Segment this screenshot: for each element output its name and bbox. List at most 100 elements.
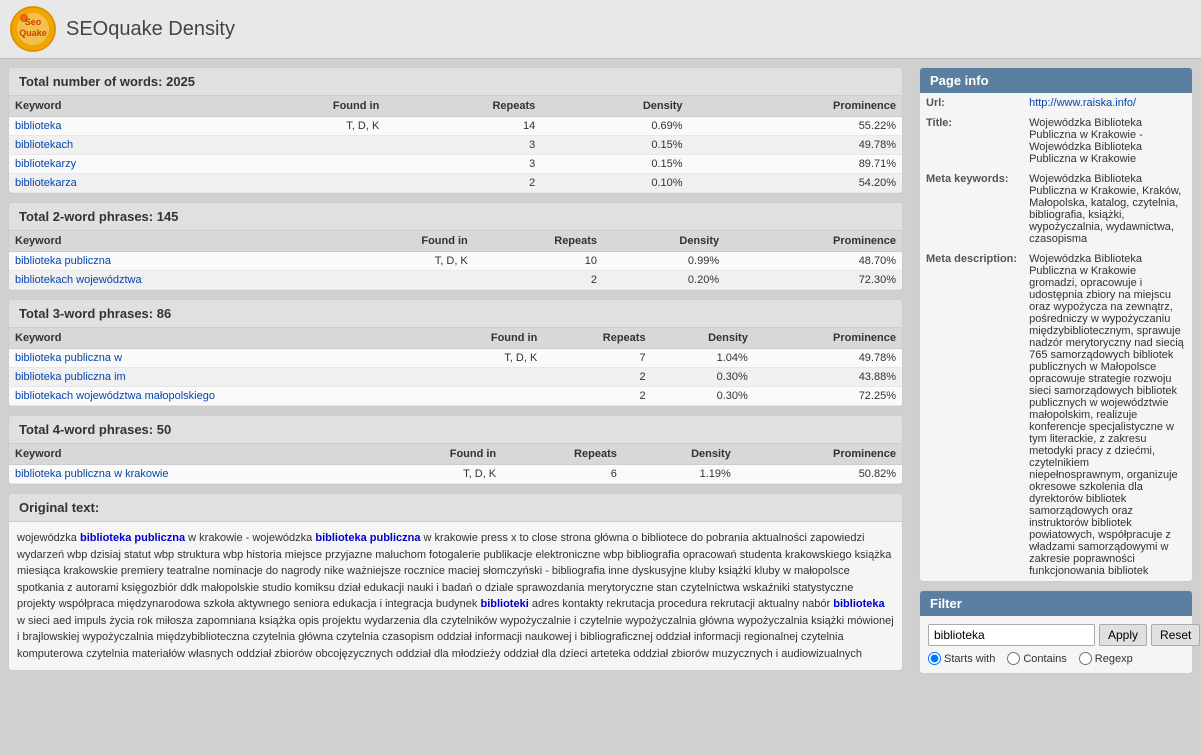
- url-value: http://www.raiska.info/: [1023, 93, 1192, 113]
- keyword-cell: biblioteka publiczna w krakowie: [9, 465, 373, 484]
- filter-content: Apply Reset Starts with Contains: [920, 616, 1192, 673]
- meta-keywords-value: Wojewódzka Biblioteka Publiczna w Krakow…: [1023, 169, 1192, 249]
- reset-button[interactable]: Reset: [1151, 624, 1200, 646]
- repeats-cell: 3: [385, 155, 541, 174]
- text-keyword-link[interactable]: biblioteki: [480, 598, 528, 610]
- info-meta-desc-row: Meta description: Wojewódzka Biblioteka …: [920, 249, 1192, 581]
- density-cell: 0.30%: [652, 368, 754, 387]
- table-header-row: Keyword Found in Repeats Density Promine…: [9, 444, 902, 465]
- keyword-cell: biblioteka publiczna im: [9, 368, 428, 387]
- app-header: Seo Quake SEOquake Density: [0, 0, 1201, 59]
- four-word-section: Total 4-word phrases: 50 Keyword Found i…: [8, 415, 903, 485]
- prominence-cell: 49.78%: [689, 136, 902, 155]
- svg-text:Quake: Quake: [19, 28, 47, 38]
- density-cell: 0.99%: [603, 252, 725, 271]
- keyword-link[interactable]: biblioteka publiczna w: [15, 352, 122, 364]
- prominence-cell: 48.70%: [725, 252, 902, 271]
- radio-starts-with-label[interactable]: Starts with: [928, 652, 995, 665]
- col-density: Density: [603, 231, 725, 252]
- text-keyword-link[interactable]: biblioteka: [315, 532, 366, 544]
- filter-radio-row: Starts with Contains Regexp: [928, 652, 1184, 665]
- col-keyword: Keyword: [9, 328, 428, 349]
- keyword-link[interactable]: biblioteka publiczna im: [15, 371, 126, 383]
- app-title: SEOquake Density: [66, 18, 235, 41]
- filter-input[interactable]: [928, 624, 1095, 646]
- right-panel: Page info Url: http://www.raiska.info/ T…: [911, 59, 1201, 755]
- one-word-section: Total number of words: 2025 Keyword Foun…: [8, 67, 903, 194]
- col-prominence: Prominence: [737, 444, 902, 465]
- keyword-link[interactable]: bibliotekach województwa małopolskiego: [15, 390, 215, 402]
- col-repeats: Repeats: [543, 328, 651, 349]
- radio-regexp[interactable]: [1079, 652, 1092, 665]
- keyword-link[interactable]: bibliotekarza: [15, 177, 77, 189]
- density-cell: 0.15%: [541, 155, 688, 174]
- col-density: Density: [652, 328, 754, 349]
- filter-box: Filter Apply Reset Starts with: [919, 590, 1193, 674]
- repeats-cell: 14: [385, 117, 541, 136]
- info-url-row: Url: http://www.raiska.info/: [920, 93, 1192, 113]
- table-row: bibliotekach30.15%49.78%: [9, 136, 902, 155]
- four-word-tbody: biblioteka publiczna w krakowieT, D, K61…: [9, 465, 902, 484]
- apply-button[interactable]: Apply: [1099, 624, 1147, 646]
- keyword-link[interactable]: bibliotekarzy: [15, 158, 76, 170]
- density-cell: 0.10%: [541, 174, 688, 193]
- keyword-cell: bibliotekach województwa małopolskiego: [9, 387, 428, 406]
- radio-starts-with[interactable]: [928, 652, 941, 665]
- text-keyword-link[interactable]: biblioteka: [833, 598, 884, 610]
- repeats-cell: 6: [502, 465, 623, 484]
- info-meta-keywords-row: Meta keywords: Wojewódzka Biblioteka Pub…: [920, 169, 1192, 249]
- radio-regexp-label[interactable]: Regexp: [1079, 652, 1133, 665]
- text-keyword-link[interactable]: biblioteka: [80, 532, 131, 544]
- radio-contains-label[interactable]: Contains: [1007, 652, 1066, 665]
- prominence-cell: 55.22%: [689, 117, 902, 136]
- original-text-header: Original text:: [9, 494, 902, 522]
- col-found-in: Found in: [373, 444, 502, 465]
- four-word-table: Keyword Found in Repeats Density Promine…: [9, 444, 902, 484]
- table-row: biblioteka publiczna wT, D, K71.04%49.78…: [9, 349, 902, 368]
- keyword-cell: biblioteka publiczna: [9, 252, 336, 271]
- text-keyword-link[interactable]: publiczna: [370, 532, 421, 544]
- keyword-link[interactable]: bibliotekach: [15, 139, 73, 151]
- found-in-cell: [336, 271, 474, 290]
- keyword-cell: bibliotekarza: [9, 174, 219, 193]
- info-title-row: Title: Wojewódzka Biblioteka Publiczna w…: [920, 113, 1192, 169]
- keyword-link[interactable]: biblioteka publiczna w krakowie: [15, 468, 168, 480]
- col-keyword: Keyword: [9, 96, 219, 117]
- page-info-table: Url: http://www.raiska.info/ Title: Woje…: [920, 93, 1192, 581]
- repeats-cell: 2: [543, 387, 651, 406]
- keyword-cell: bibliotekach województwa: [9, 271, 336, 290]
- keyword-cell: bibliotekarzy: [9, 155, 219, 174]
- found-in-cell: [428, 368, 543, 387]
- col-keyword: Keyword: [9, 231, 336, 252]
- col-prominence: Prominence: [689, 96, 902, 117]
- text-keyword-link[interactable]: publiczna: [134, 532, 185, 544]
- col-repeats: Repeats: [502, 444, 623, 465]
- url-link[interactable]: http://www.raiska.info/: [1029, 97, 1136, 109]
- table-row: bibliotekarza20.10%54.20%: [9, 174, 902, 193]
- table-row: bibliotekaT, D, K140.69%55.22%: [9, 117, 902, 136]
- starts-with-text: Starts with: [944, 653, 995, 665]
- repeats-cell: 10: [474, 252, 603, 271]
- table-row: bibliotekarzy30.15%89.71%: [9, 155, 902, 174]
- radio-contains[interactable]: [1007, 652, 1020, 665]
- one-word-table: Keyword Found in Repeats Density Promine…: [9, 96, 902, 193]
- app-logo: Seo Quake: [10, 6, 56, 52]
- title-value: Wojewódzka Biblioteka Publiczna w Krakow…: [1023, 113, 1192, 169]
- col-density: Density: [541, 96, 688, 117]
- table-row: biblioteka publiczna w krakowieT, D, K61…: [9, 465, 902, 484]
- prominence-cell: 54.20%: [689, 174, 902, 193]
- found-in-cell: [428, 387, 543, 406]
- keyword-link[interactable]: bibliotekach województwa: [15, 274, 142, 286]
- density-cell: 0.15%: [541, 136, 688, 155]
- page-info-header: Page info: [920, 68, 1192, 93]
- col-found-in: Found in: [219, 96, 385, 117]
- keyword-link[interactable]: biblioteka: [15, 120, 61, 132]
- density-cell: 1.04%: [652, 349, 754, 368]
- keyword-cell: biblioteka publiczna w: [9, 349, 428, 368]
- page-info-box: Page info Url: http://www.raiska.info/ T…: [919, 67, 1193, 582]
- table-row: bibliotekach województwa20.20%72.30%: [9, 271, 902, 290]
- contains-text: Contains: [1023, 653, 1066, 665]
- keyword-link[interactable]: biblioteka publiczna: [15, 255, 111, 267]
- keyword-cell: bibliotekach: [9, 136, 219, 155]
- col-repeats: Repeats: [385, 96, 541, 117]
